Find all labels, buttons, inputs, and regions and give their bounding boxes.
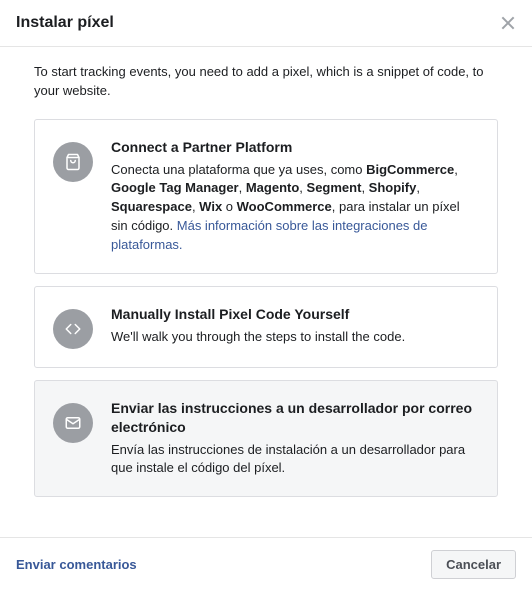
option-description: We'll walk you through the steps to inst… (111, 328, 479, 347)
option-description: Conecta una plataforma que ya uses, como… (111, 161, 479, 255)
dialog-footer: Enviar comentarios Cancelar (0, 537, 532, 591)
dialog-title: Instalar píxel (16, 14, 114, 32)
option-email-developer[interactable]: Enviar las instrucciones a un desarrolla… (34, 380, 498, 497)
option-title: Connect a Partner Platform (111, 138, 479, 157)
option-content: Connect a Partner Platform Conecta una p… (111, 138, 479, 255)
close-icon[interactable] (500, 15, 516, 31)
cancel-button[interactable]: Cancelar (431, 550, 516, 579)
dialog-header: Instalar píxel (0, 0, 532, 47)
code-icon (53, 309, 93, 349)
mail-icon (53, 403, 93, 443)
dialog-body: To start tracking events, you need to ad… (0, 47, 532, 537)
option-title: Enviar las instrucciones a un desarrolla… (111, 399, 479, 437)
send-feedback-link[interactable]: Enviar comentarios (16, 557, 137, 572)
option-content: Enviar las instrucciones a un desarrolla… (111, 399, 479, 478)
option-content: Manually Install Pixel Code Yourself We'… (111, 305, 479, 347)
option-description: Envía las instrucciones de instalación a… (111, 441, 479, 479)
option-manual-install[interactable]: Manually Install Pixel Code Yourself We'… (34, 286, 498, 368)
intro-text: To start tracking events, you need to ad… (34, 63, 498, 101)
option-partner-platform[interactable]: Connect a Partner Platform Conecta una p… (34, 119, 498, 274)
option-title: Manually Install Pixel Code Yourself (111, 305, 479, 324)
shopping-bag-icon (53, 142, 93, 182)
